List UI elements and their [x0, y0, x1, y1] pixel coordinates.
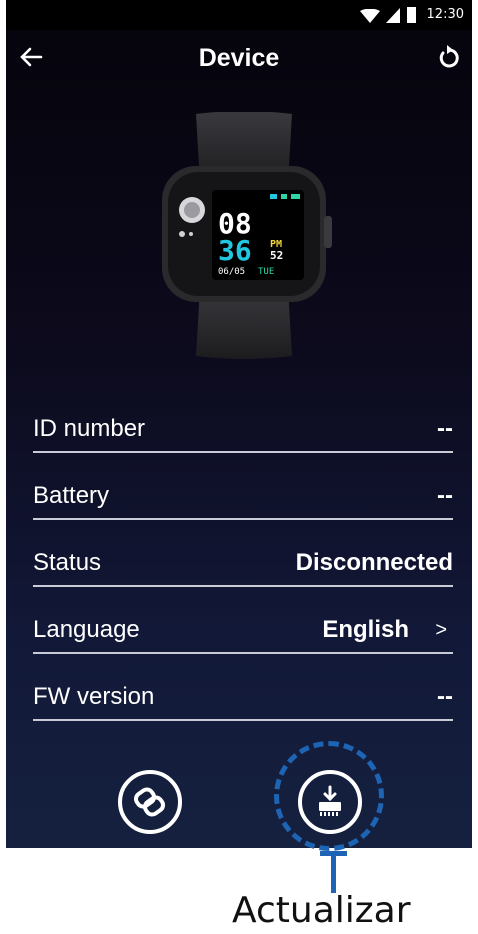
- chevron-right-icon: >: [435, 619, 447, 641]
- row-language[interactable]: Language English >: [33, 587, 453, 654]
- row-label: Status: [33, 549, 102, 576]
- watch-minute: 36: [218, 234, 252, 267]
- signal-icon: [386, 8, 400, 23]
- row-id-number: ID number --: [33, 386, 453, 453]
- row-value: Disconnected: [295, 549, 453, 576]
- annotation-caption: Actualizar: [232, 890, 411, 931]
- watch-date: 06/05: [218, 267, 245, 277]
- highlight-ring: [274, 741, 384, 851]
- status-bar: 12:30: [6, 0, 472, 30]
- phone-screen: 12:30 Device 08 36 PM 52 06/05 TUE ID nu…: [6, 0, 472, 848]
- row-label: FW version: [33, 683, 155, 710]
- link-icon: [133, 787, 166, 817]
- app-bar: Device: [6, 30, 472, 86]
- row-value: --: [437, 415, 453, 442]
- watch-day: TUE: [258, 267, 274, 277]
- pair-link-button[interactable]: [118, 770, 182, 834]
- row-label: ID number: [33, 415, 146, 442]
- device-info-list: ID number -- Battery -- Status Disconnec…: [33, 386, 453, 721]
- wifi-icon: [360, 9, 380, 23]
- row-value: --: [437, 482, 453, 509]
- page-title: Device: [198, 44, 280, 72]
- row-label: Language: [33, 616, 140, 643]
- battery-icon: [407, 7, 416, 23]
- watch-seconds: 52: [270, 249, 283, 262]
- smartwatch-image: 08 36 PM 52 06/05 TUE: [162, 112, 332, 359]
- row-status: Status Disconnected: [33, 520, 453, 587]
- pointer-line: [331, 851, 336, 893]
- row-value: English: [322, 616, 409, 643]
- row-value: --: [437, 683, 453, 710]
- refresh-icon[interactable]: [434, 42, 464, 72]
- status-time: 12:30: [426, 7, 464, 22]
- row-label: Battery: [33, 482, 110, 509]
- row-battery: Battery --: [33, 453, 453, 520]
- row-fw-version: FW version --: [33, 654, 453, 721]
